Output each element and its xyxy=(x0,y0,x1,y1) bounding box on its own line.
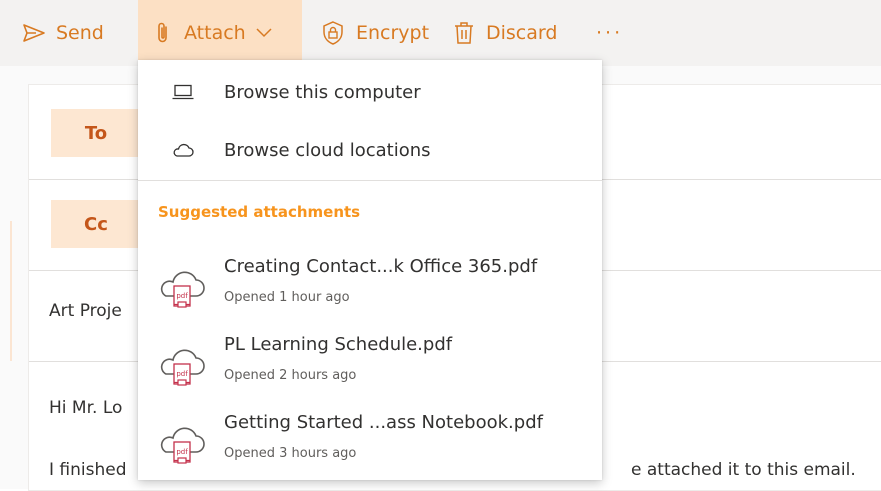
chevron-down-icon xyxy=(256,28,272,38)
discard-button[interactable]: Discard xyxy=(446,0,586,66)
cloud-pdf-icon: pdf xyxy=(160,271,205,308)
send-button[interactable]: Send xyxy=(0,0,138,66)
browse-computer-item[interactable]: Browse this computer xyxy=(138,64,602,120)
encrypt-button[interactable]: Encrypt xyxy=(302,0,446,66)
subject-field[interactable]: Art Proje xyxy=(49,301,122,321)
cloud-icon xyxy=(173,143,194,157)
suggested-attachment-item[interactable]: pdf PL Learning Schedule.pdf Opened 2 ho… xyxy=(138,328,602,398)
svg-text:pdf: pdf xyxy=(176,292,188,300)
attachment-file-name: PL Learning Schedule.pdf xyxy=(224,334,453,355)
cc-button[interactable]: Cc xyxy=(51,200,141,248)
attachment-opened-time: Opened 3 hours ago xyxy=(224,446,357,461)
shield-lock-icon xyxy=(323,21,343,45)
suggested-attachment-item[interactable]: pdf Getting Started ...ass Notebook.pdf … xyxy=(138,406,602,476)
attachment-file-name: Getting Started ...ass Notebook.pdf xyxy=(224,412,543,433)
body-greeting[interactable]: Hi Mr. Lo xyxy=(49,398,122,418)
browse-computer-label: Browse this computer xyxy=(224,81,421,103)
side-accent-bar xyxy=(10,221,12,361)
discard-label: Discard xyxy=(486,22,558,44)
svg-text:pdf: pdf xyxy=(176,448,188,456)
body-text-start[interactable]: I finished xyxy=(49,460,127,480)
menu-divider xyxy=(138,180,602,181)
attach-menu: Browse this computer Browse cloud locati… xyxy=(138,60,602,480)
attach-label: Attach xyxy=(184,22,246,44)
cloud-pdf-icon: pdf xyxy=(160,349,205,386)
paperclip-icon xyxy=(158,22,167,43)
attachment-file-name: Creating Contact...k Office 365.pdf xyxy=(224,256,538,277)
cloud-pdf-icon: pdf xyxy=(160,427,205,464)
laptop-icon xyxy=(172,84,194,100)
compose-toolbar: Send Attach Encrypt Discard ··· xyxy=(0,0,881,66)
browse-cloud-item[interactable]: Browse cloud locations xyxy=(138,122,602,178)
more-options-button[interactable]: ··· xyxy=(586,0,623,66)
to-label: To xyxy=(84,122,108,144)
svg-text:pdf: pdf xyxy=(176,370,188,378)
encrypt-label: Encrypt xyxy=(356,22,430,44)
more-icon: ··· xyxy=(596,22,624,44)
cc-label: Cc xyxy=(84,213,108,235)
suggested-attachment-item[interactable]: pdf Creating Contact...k Office 365.pdf … xyxy=(138,250,602,320)
attachment-opened-time: Opened 2 hours ago xyxy=(224,368,357,383)
attachment-opened-time: Opened 1 hour ago xyxy=(224,290,350,305)
browse-cloud-label: Browse cloud locations xyxy=(224,139,431,161)
suggested-attachments-header: Suggested attachments xyxy=(158,203,361,221)
send-label: Send xyxy=(56,22,104,44)
send-icon xyxy=(23,24,45,42)
body-text-end[interactable]: e attached it to this email. xyxy=(631,460,856,480)
trash-icon xyxy=(455,22,473,44)
attach-button[interactable]: Attach xyxy=(138,0,302,66)
to-button[interactable]: To xyxy=(51,109,141,157)
